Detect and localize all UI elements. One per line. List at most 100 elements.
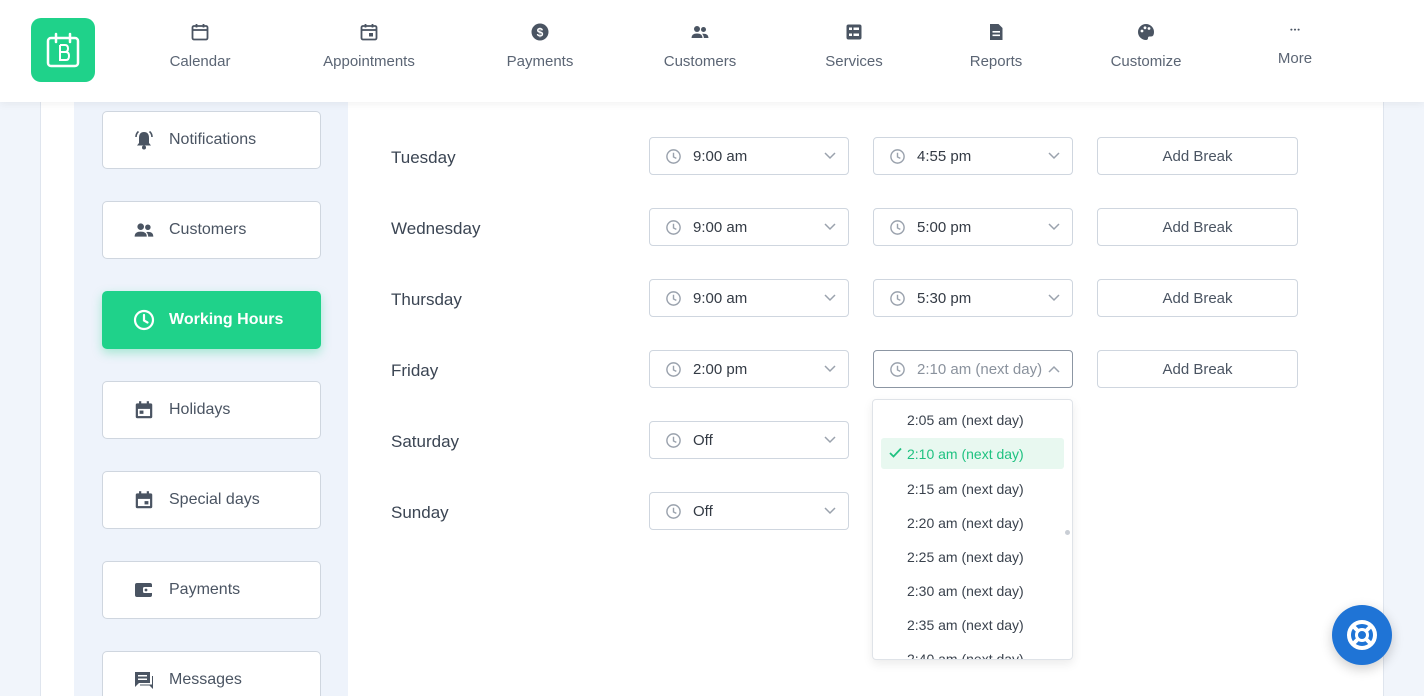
chevron-down-icon — [824, 223, 836, 231]
start-time-select-tuesday[interactable]: 9:00 am — [649, 137, 849, 175]
nav-customers[interactable]: Customers — [640, 22, 760, 70]
chevron-down-icon — [824, 507, 836, 515]
nav-customize[interactable]: Customize — [1086, 22, 1206, 70]
sidebar-item-working-hours[interactable]: Working Hours — [102, 291, 321, 349]
time-option[interactable]: 2:40 am (next day) — [881, 643, 1064, 660]
day-label-sunday: Sunday — [391, 503, 449, 522]
app-logo[interactable] — [31, 18, 95, 82]
select-value: 9:00 am — [693, 218, 748, 236]
select-value: 4:55 pm — [917, 147, 972, 165]
time-option-label: 2:10 am (next day) — [907, 445, 1024, 462]
nav-payments[interactable]: $ Payments — [480, 22, 600, 70]
sidebar-item-messages[interactable]: Messages — [102, 651, 321, 696]
clock-icon — [133, 309, 155, 331]
chat-icon — [133, 669, 155, 691]
add-break-button-wednesday[interactable]: Add Break — [1097, 208, 1298, 246]
bell-icon — [133, 129, 155, 151]
clock-icon — [666, 219, 681, 235]
sidebar-item-special-days[interactable]: Special days — [102, 471, 321, 529]
time-option[interactable]: 2:20 am (next day) — [881, 507, 1064, 538]
help-support-button[interactable] — [1332, 605, 1392, 665]
nav-appointments-label: Appointments — [323, 53, 415, 70]
add-break-button-friday[interactable]: Add Break — [1097, 350, 1298, 388]
chevron-down-icon — [1048, 152, 1060, 160]
end-time-select-friday[interactable]: 2:10 am (next day) — [873, 350, 1073, 388]
settings-sidebar: Notifications Customers Working Hours Ho… — [74, 102, 348, 696]
report-document-icon — [990, 24, 1003, 40]
clock-icon — [890, 219, 905, 235]
time-option[interactable]: 2:05 am (next day) — [881, 404, 1064, 435]
calendar-event-icon — [133, 489, 155, 511]
day-label-friday: Friday — [391, 361, 439, 380]
palette-icon — [1138, 24, 1154, 40]
calendar-event-icon — [360, 24, 378, 41]
sidebar-item-label: Messages — [169, 671, 242, 688]
nav-appointments[interactable]: Appointments — [309, 22, 429, 70]
sidebar-item-label: Holidays — [169, 401, 231, 418]
chevron-down-icon — [824, 152, 836, 160]
check-icon — [889, 447, 902, 458]
services-grid-icon — [846, 24, 862, 40]
sidebar-item-customers[interactable]: Customers — [102, 201, 321, 259]
calendar-icon — [133, 399, 155, 421]
wallet-icon — [133, 579, 155, 601]
start-time-select-thursday[interactable]: 9:00 am — [649, 279, 849, 317]
select-value: 9:00 am — [693, 289, 748, 307]
sidebar-item-label: Working Hours — [169, 311, 284, 328]
day-label-tuesday: Tuesday — [391, 148, 456, 167]
add-break-button-thursday[interactable]: Add Break — [1097, 279, 1298, 317]
nav-services[interactable]: Services — [794, 22, 914, 70]
day-label-thursday: Thursday — [391, 290, 462, 309]
nav-reports-label: Reports — [969, 53, 1023, 70]
select-value: Off — [693, 502, 713, 520]
nav-services-label: Services — [825, 53, 883, 70]
clock-icon — [666, 432, 681, 448]
time-option[interactable]: 2:35 am (next day) — [881, 609, 1064, 640]
clock-icon — [666, 148, 681, 164]
end-time-select-thursday[interactable]: 5:30 pm — [873, 279, 1073, 317]
nav-more-label: More — [1277, 50, 1313, 67]
time-option[interactable]: 2:15 am (next day) — [881, 473, 1064, 504]
add-break-button-tuesday[interactable]: Add Break — [1097, 137, 1298, 175]
time-option[interactable]: 2:25 am (next day) — [881, 541, 1064, 572]
sidebar-item-payments[interactable]: Payments — [102, 561, 321, 619]
nav-more[interactable]: More — [1235, 22, 1355, 67]
select-value: 5:00 pm — [917, 218, 972, 236]
end-time-select-wednesday[interactable]: 5:00 pm — [873, 208, 1073, 246]
calendar-icon — [191, 24, 209, 41]
end-time-select-tuesday[interactable]: 4:55 pm — [873, 137, 1073, 175]
nav-calendar-label: Calendar — [169, 53, 231, 70]
sidebar-item-label: Customers — [169, 221, 247, 238]
nav-payments-label: Payments — [506, 53, 574, 70]
day-label-saturday: Saturday — [391, 432, 460, 451]
chevron-down-icon — [1048, 294, 1060, 302]
nav-customize-label: Customize — [1110, 53, 1182, 70]
more-dots-icon — [1290, 28, 1300, 31]
start-time-select-friday[interactable]: 2:00 pm — [649, 350, 849, 388]
time-option-selected[interactable]: 2:10 am (next day) — [881, 438, 1064, 469]
day-label-wednesday: Wednesday — [391, 219, 481, 238]
sidebar-item-notifications[interactable]: Notifications — [102, 111, 321, 169]
select-value: 5:30 pm — [917, 289, 972, 307]
start-time-select-wednesday[interactable]: 9:00 am — [649, 208, 849, 246]
chevron-up-icon — [1048, 365, 1060, 373]
clock-icon — [890, 148, 905, 164]
clock-icon — [890, 290, 905, 306]
nav-reports[interactable]: Reports — [936, 22, 1056, 70]
lifebuoy-icon — [1347, 620, 1377, 650]
sidebar-item-label: Notifications — [169, 131, 257, 148]
sidebar-item-holidays[interactable]: Holidays — [102, 381, 321, 439]
chevron-down-icon — [824, 365, 836, 373]
time-option[interactable]: 2:30 am (next day) — [881, 575, 1064, 606]
clock-icon — [666, 503, 681, 519]
sidebar-item-label: Special days — [169, 491, 260, 508]
chevron-down-icon — [824, 294, 836, 302]
select-value: 2:10 am (next day) — [917, 360, 1043, 378]
nav-calendar[interactable]: Calendar — [140, 22, 260, 70]
dropdown-scrollbar[interactable] — [1065, 530, 1070, 535]
top-navigation-bar: Calendar Appointments $ Payments Custome… — [0, 0, 1424, 102]
start-time-select-sunday[interactable]: Off — [649, 492, 849, 530]
clock-icon — [890, 361, 905, 377]
select-value: Off — [693, 431, 713, 449]
start-time-select-saturday[interactable]: Off — [649, 421, 849, 459]
